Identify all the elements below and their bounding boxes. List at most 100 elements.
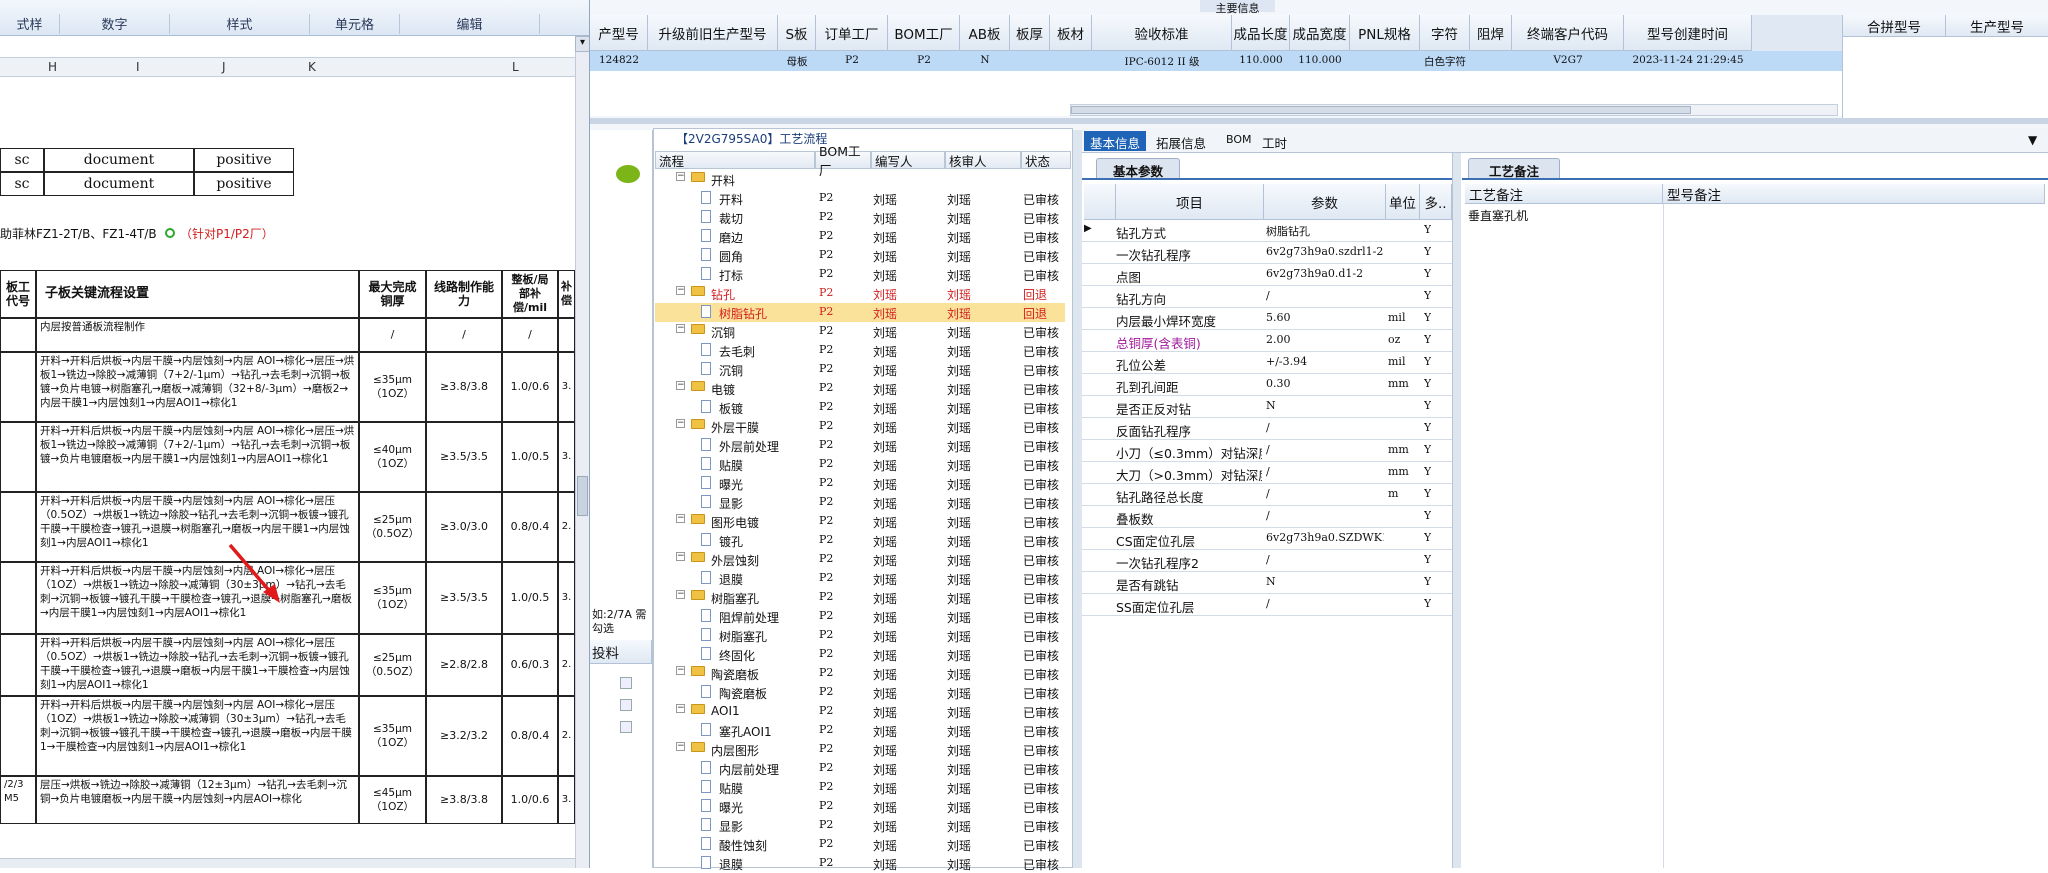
param-value[interactable]: 6v2g73h9a0.SZDWK1-2 <box>1266 531 1384 544</box>
flow-tree-row[interactable]: − 陶瓷磨板 P2 刘瑶 刘瑶 已审核 <box>655 664 1065 683</box>
flow-header-factory[interactable]: BOM工厂 <box>815 144 871 178</box>
flow-tree-row[interactable]: 沉铜 P2 刘瑶 刘瑶 已审核 <box>655 360 1065 379</box>
production-model-header[interactable]: 生产型号 <box>1946 15 2048 37</box>
splitter[interactable] <box>590 118 2048 124</box>
flow-tree-row[interactable]: − 图形电镀 P2 刘瑶 刘瑶 已审核 <box>655 512 1065 531</box>
flow-tree-row[interactable]: 磨边 P2 刘瑶 刘瑶 已审核 <box>655 227 1065 246</box>
flow-tree-row[interactable]: 内层前处理 P2 刘瑶 刘瑶 已审核 <box>655 759 1065 778</box>
param-row[interactable]: 是否有跳钻 N Y <box>1082 572 1452 594</box>
flow-tree-row[interactable]: 开料 P2 刘瑶 刘瑶 已审核 <box>655 189 1065 208</box>
param-value[interactable]: / <box>1266 443 1384 456</box>
expand-icon[interactable]: − <box>676 381 685 390</box>
param-value[interactable]: / <box>1266 509 1384 522</box>
param-row[interactable]: ▶ 钻孔方式 树脂钻孔 Y <box>1082 220 1452 242</box>
param-header-multi[interactable]: 多.. <box>1420 184 1452 220</box>
top-grid-column-header[interactable]: 板厚 <box>1010 15 1050 51</box>
dropdown-arrow-icon[interactable]: ▼ <box>2028 133 2037 147</box>
flow-tree-row[interactable]: 终固化 P2 刘瑶 刘瑶 已审核 <box>655 645 1065 664</box>
param-row[interactable]: CS面定位孔层 6v2g73h9a0.SZDWK1-2 Y <box>1082 528 1452 550</box>
col-K[interactable]: K <box>308 60 316 74</box>
top-grid-cell[interactable]: 110.000 <box>1292 54 1348 66</box>
scroll-up-icon[interactable]: ▾ <box>575 36 589 52</box>
param-row[interactable]: 大刀（>0.3mm）对钻深度 / mm Y <box>1082 462 1452 484</box>
top-grid-column-header[interactable]: 成品长度 <box>1232 15 1290 51</box>
tab-extended-info[interactable]: 拓展信息 <box>1150 131 1212 151</box>
tab-basic-params[interactable]: 基本参数 <box>1096 158 1180 179</box>
param-row[interactable]: 小刀（≤0.3mm）对钻深度 / mm Y <box>1082 440 1452 462</box>
flow-header-reviewer[interactable]: 核审人 <box>945 151 1021 169</box>
param-header-unit[interactable]: 单位 <box>1386 184 1420 220</box>
param-header-item[interactable]: 项目 <box>1116 184 1264 220</box>
param-row[interactable]: 孔位公差 +/-3.94 mil Y <box>1082 352 1452 374</box>
expand-icon[interactable]: − <box>676 590 685 599</box>
top-grid-column-header[interactable]: 字符 <box>1420 15 1470 51</box>
checkbox[interactable] <box>620 677 632 689</box>
top-grid-column-header[interactable]: 订单工厂 <box>816 15 888 51</box>
tab-bom[interactable]: BOM <box>1220 131 1258 151</box>
param-value[interactable]: / <box>1266 487 1384 500</box>
top-grid-cell[interactable]: 2023-11-24 21:29:45 <box>1626 54 1750 66</box>
flow-tree-row[interactable]: 曝光 P2 刘瑶 刘瑶 已审核 <box>655 797 1065 816</box>
flow-tree-row[interactable]: − 外层蚀刻 P2 刘瑶 刘瑶 已审核 <box>655 550 1065 569</box>
flow-tree-row[interactable]: − 内层图形 P2 刘瑶 刘瑶 已审核 <box>655 740 1065 759</box>
top-grid-column-header[interactable]: AB板 <box>960 15 1010 51</box>
param-value[interactable]: / <box>1266 421 1384 434</box>
param-value[interactable]: N <box>1266 399 1384 412</box>
param-row[interactable]: 钻孔路径总长度 / m Y <box>1082 484 1452 506</box>
top-grid-column-header[interactable]: 成品宽度 <box>1290 15 1350 51</box>
top-grid-cell[interactable]: 白色字符 <box>1422 54 1468 69</box>
col-J[interactable]: J <box>222 60 226 74</box>
ribbon-group-number[interactable]: 数字 <box>60 14 170 34</box>
param-row[interactable]: 叠板数 / Y <box>1082 506 1452 528</box>
ribbon-group-edit[interactable]: 编辑 <box>400 14 540 34</box>
top-grid-column-header[interactable]: BOM工厂 <box>888 15 960 51</box>
top-grid-hscroll-thumb[interactable] <box>1071 106 1691 114</box>
merge-model-header[interactable]: 合拼型号 <box>1843 15 1946 37</box>
ribbon-group-style[interactable]: 式样 <box>0 14 60 34</box>
ribbon-group-cells[interactable]: 单元格 <box>310 14 400 34</box>
param-row[interactable]: 反面钻孔程序 / Y <box>1082 418 1452 440</box>
param-value[interactable]: / <box>1266 597 1384 610</box>
flow-tree-row[interactable]: 贴膜 P2 刘瑶 刘瑶 已审核 <box>655 778 1065 797</box>
top-grid-cell[interactable]: 124822 <box>592 54 646 66</box>
flow-tree-row[interactable]: 圆角 P2 刘瑶 刘瑶 已审核 <box>655 246 1065 265</box>
param-value[interactable]: 6v2g73h9a0.szdrl1-2 <box>1266 245 1384 258</box>
param-value[interactable]: 树脂钻孔 <box>1266 223 1384 239</box>
flow-tree-row[interactable]: − 外层干膜 P2 刘瑶 刘瑶 已审核 <box>655 417 1065 436</box>
top-grid-cell[interactable]: P2 <box>818 54 886 66</box>
remark-header-model[interactable]: 型号备注 <box>1663 184 2045 204</box>
top-grid-cell[interactable]: 母板 <box>780 54 814 69</box>
flow-header-status[interactable]: 状态 <box>1021 151 1071 169</box>
param-value[interactable]: 0.30 <box>1266 377 1384 390</box>
param-row[interactable]: 钻孔方向 / Y <box>1082 286 1452 308</box>
flow-tree-row[interactable]: − 沉铜 P2 刘瑶 刘瑶 已审核 <box>655 322 1065 341</box>
flow-tree-row[interactable]: 去毛刺 P2 刘瑶 刘瑶 已审核 <box>655 341 1065 360</box>
flow-tree-row[interactable]: − 树脂塞孔 P2 刘瑶 刘瑶 已审核 <box>655 588 1065 607</box>
flow-tree-row[interactable]: 贴膜 P2 刘瑶 刘瑶 已审核 <box>655 455 1065 474</box>
flow-tree-row[interactable]: − 电镀 P2 刘瑶 刘瑶 已审核 <box>655 379 1065 398</box>
top-grid-column-header[interactable]: 型号创建时间 <box>1624 15 1752 51</box>
tab-hours[interactable]: 工时 <box>1256 131 1293 151</box>
tab-basic-info[interactable]: 基本信息 <box>1084 131 1147 151</box>
top-grid-cell[interactable]: 110.000 <box>1234 54 1288 66</box>
col-I[interactable]: I <box>136 60 140 74</box>
param-row[interactable]: 孔到孔间距 0.30 mm Y <box>1082 374 1452 396</box>
flow-tree-row[interactable]: 陶瓷磨板 P2 刘瑶 刘瑶 已审核 <box>655 683 1065 702</box>
col-L[interactable]: L <box>512 60 519 74</box>
checkbox[interactable] <box>620 721 632 733</box>
expand-icon[interactable]: − <box>676 742 685 751</box>
param-value[interactable]: / <box>1266 465 1384 478</box>
flow-tree-row[interactable]: 阻焊前处理 P2 刘瑶 刘瑶 已审核 <box>655 607 1065 626</box>
col-H[interactable]: H <box>48 60 57 74</box>
scrollbar-thumb[interactable] <box>577 476 588 516</box>
top-grid-cell[interactable]: V2G7 <box>1514 54 1622 66</box>
flow-tree-row[interactable]: 裁切 P2 刘瑶 刘瑶 已审核 <box>655 208 1065 227</box>
top-grid-column-header[interactable]: 产型号 <box>590 15 648 51</box>
param-row[interactable]: 总铜厚(含表铜) 2.00 oz Y <box>1082 330 1452 352</box>
flow-header-writer[interactable]: 编写人 <box>871 151 945 169</box>
top-grid-hscroll[interactable] <box>1070 104 1838 116</box>
param-value[interactable]: 6v2g73h9a0.d1-2 <box>1266 267 1384 280</box>
flow-tree-row[interactable]: − 钻孔 P2 刘瑶 刘瑶 回退 <box>655 284 1065 303</box>
param-value[interactable]: 5.60 <box>1266 311 1384 324</box>
top-grid-column-header[interactable]: PNL规格 <box>1350 15 1420 51</box>
